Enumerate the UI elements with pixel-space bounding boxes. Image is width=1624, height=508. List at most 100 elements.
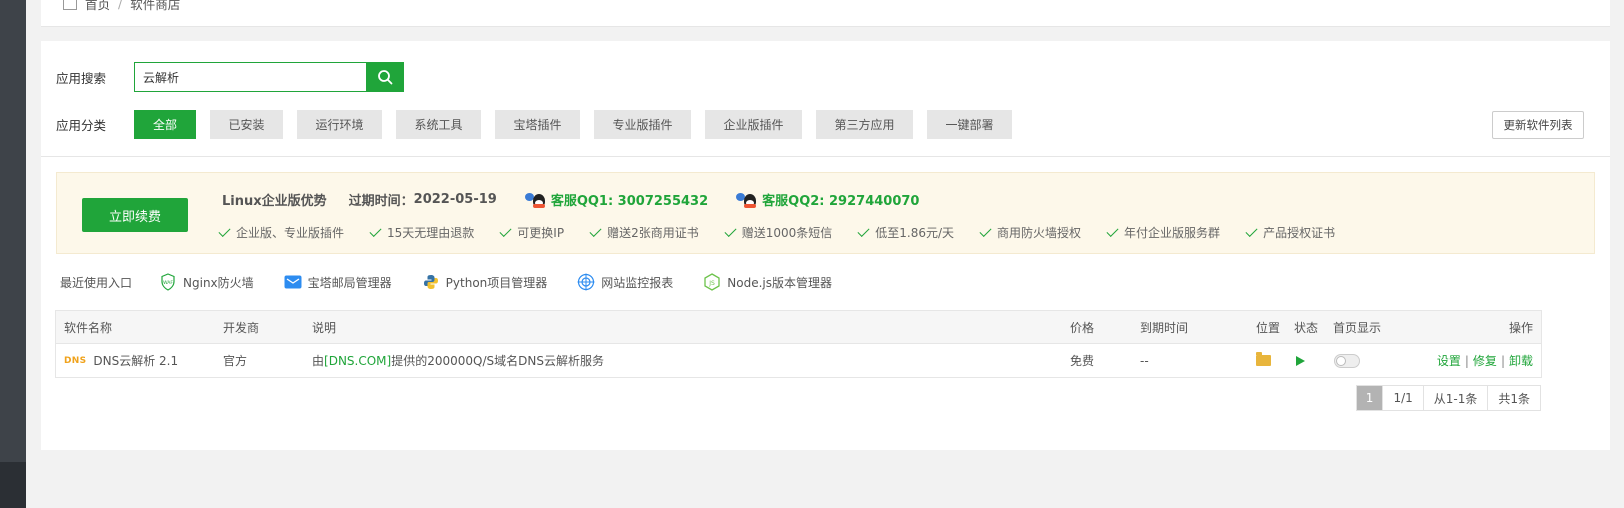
qq2-contact[interactable]: 客服QQ2: 2927440070 (736, 190, 919, 209)
search-row: 应用搜索 (56, 62, 404, 92)
pagination: 1 1/1 从1-1条 共1条 (1355, 385, 1541, 411)
col-home-display: 首页显示 (1333, 321, 1382, 335)
recent-item-label: 网站监控报表 (601, 275, 674, 290)
promo-header: Linux企业版优势 过期时间： 2022-05-19 客服QQ1: 30072… (222, 190, 947, 209)
table-row: DNS DNS云解析 2.1 官方 由 [DNS.COM] 提供的200000Q… (56, 344, 1541, 377)
operations-cell: 设置 | 修复 | 卸载 (1436, 352, 1533, 369)
feature-item: 低至1.86元/天 (857, 224, 954, 241)
col-developer: 开发商 (223, 321, 260, 335)
category-all[interactable]: 全部 (134, 110, 196, 139)
breadcrumb-home[interactable]: 首页 (85, 0, 110, 13)
check-icon (499, 224, 512, 238)
recent-item-site-monitor[interactable]: 网站监控报表 (577, 273, 673, 291)
search-label: 应用搜索 (56, 70, 107, 86)
python-icon (422, 273, 440, 291)
check-icon (1106, 224, 1119, 238)
col-status: 状态 (1294, 321, 1319, 335)
dns-com-link[interactable]: [DNS.COM] (324, 354, 391, 368)
recent-item-mail[interactable]: 宝塔邮局管理器 (284, 273, 392, 291)
renew-button[interactable]: 立即续费 (82, 198, 188, 232)
location-cell (1256, 344, 1271, 377)
page-range: 从1-1条 (1424, 386, 1489, 410)
breadcrumb-current: 软件商店 (130, 0, 181, 12)
expire-cell: -- (1140, 353, 1149, 368)
feature-item: 年付企业版服务群 (1106, 224, 1220, 241)
home-display-toggle[interactable] (1334, 353, 1360, 368)
repair-link[interactable]: 修复 (1473, 352, 1497, 369)
col-expire: 到期时间 (1140, 321, 1189, 335)
settings-link[interactable]: 设置 (1437, 352, 1461, 369)
col-price: 价格 (1070, 321, 1095, 335)
category-runtime[interactable]: 运行环境 (297, 110, 382, 139)
qq-icon (736, 191, 758, 209)
dns-logo-icon: DNS (64, 355, 87, 366)
waf-shield-icon: WAF (159, 273, 177, 291)
recent-item-python[interactable]: Python项目管理器 (422, 273, 547, 291)
expiry-label: 过期时间： (348, 194, 414, 209)
check-icon (589, 224, 602, 238)
qq-icon (524, 191, 547, 209)
category-system-tools[interactable]: 系统工具 (396, 110, 481, 139)
table-header: 软件名称 开发商 说明 价格 到期时间 位置 状态 首页显示 操作 (56, 311, 1541, 344)
description-cell: 由 [DNS.COM] 提供的200000Q/S域名DNS云解析服务 (312, 353, 604, 369)
category-label: 应用分类 (56, 118, 107, 133)
feature-item: 企业版、专业版插件 (218, 224, 344, 241)
svg-text:JS: JS (709, 280, 716, 287)
promo-title: Linux企业版优势 (222, 194, 327, 209)
sidebar-edge (0, 0, 26, 508)
category-one-click-deploy[interactable]: 一键部署 (927, 110, 1012, 139)
monitor-target-icon (577, 273, 595, 291)
search-icon (378, 70, 393, 85)
category-bt-plugins[interactable]: 宝塔插件 (495, 110, 580, 139)
category-row: 应用分类 全部 已安装 运行环境 系统工具 宝塔插件 专业版插件 企业版插件 第… (56, 110, 1026, 139)
check-icon (724, 224, 737, 238)
recent-item-nginx-waf[interactable]: WAF Nginx防火墙 (159, 273, 254, 291)
search-input[interactable] (134, 62, 366, 92)
qq2-text: 客服QQ2: 2927440070 (762, 194, 920, 209)
check-icon (369, 224, 382, 238)
page-current[interactable]: 1 (1356, 386, 1384, 410)
enterprise-promo-banner: 立即续费 Linux企业版优势 过期时间： 2022-05-19 客服QQ1: … (56, 172, 1595, 254)
home-icon[interactable] (63, 0, 77, 10)
recent-entries: 最近使用入口 WAF Nginx防火墙 宝塔邮局管理器 Python项目管理器 … (60, 273, 862, 291)
search-button[interactable] (366, 62, 404, 92)
qq1-text: 客服QQ1: 3007255432 (550, 194, 709, 209)
divider (41, 156, 1610, 157)
col-operations: 操作 (1508, 321, 1533, 335)
qq1-contact[interactable]: 客服QQ1: 3007255432 (524, 190, 709, 209)
software-table: 软件名称 开发商 说明 价格 到期时间 位置 状态 首页显示 操作 DNS DN… (55, 310, 1542, 378)
category-enterprise-plugins[interactable]: 企业版插件 (705, 110, 802, 139)
breadcrumb-card: 首页 / 软件商店 (41, 0, 1610, 27)
breadcrumb-separator: / (118, 0, 123, 11)
feature-item: 赠送1000条短信 (724, 224, 832, 241)
page-count: 1/1 (1383, 386, 1424, 410)
folder-icon[interactable] (1256, 352, 1271, 366)
col-name: 软件名称 (64, 321, 113, 335)
feature-item: 15天无理由退款 (369, 224, 474, 241)
refresh-list-button[interactable]: 更新软件列表 (1492, 111, 1584, 139)
category-third-party[interactable]: 第三方应用 (816, 110, 913, 139)
check-icon (857, 224, 870, 238)
recent-item-label: 宝塔邮局管理器 (307, 275, 392, 290)
check-icon (979, 224, 992, 238)
mail-icon (284, 273, 302, 291)
recent-item-nodejs[interactable]: JS Node.js版本管理器 (703, 273, 832, 291)
category-pro-plugins[interactable]: 专业版插件 (594, 110, 691, 139)
feature-item: 赠送2张商用证书 (589, 224, 699, 241)
uninstall-link[interactable]: 卸载 (1509, 352, 1533, 369)
sidebar-edge-bottom (0, 462, 26, 508)
check-icon (218, 224, 231, 238)
col-location: 位置 (1256, 321, 1281, 335)
play-icon[interactable] (1296, 355, 1305, 366)
recent-label: 最近使用入口 (60, 275, 133, 290)
software-name: DNS云解析 2.1 (93, 354, 179, 368)
category-installed[interactable]: 已安装 (210, 110, 283, 139)
feature-item: 可更换IP (499, 224, 564, 241)
feature-item: 商用防火墙授权 (979, 224, 1081, 241)
developer-cell: 官方 (223, 354, 248, 368)
software-name-cell: DNS DNS云解析 2.1 (64, 344, 178, 377)
status-cell (1296, 344, 1305, 377)
promo-features: 企业版、专业版插件 15天无理由退款 可更换IP 赠送2张商用证书 赠送1000… (218, 224, 1361, 241)
software-store-panel: 应用搜索 应用分类 全部 已安装 运行环境 系统工具 宝塔插件 专业版插件 企业… (41, 41, 1610, 450)
page-total: 共1条 (1498, 391, 1530, 406)
